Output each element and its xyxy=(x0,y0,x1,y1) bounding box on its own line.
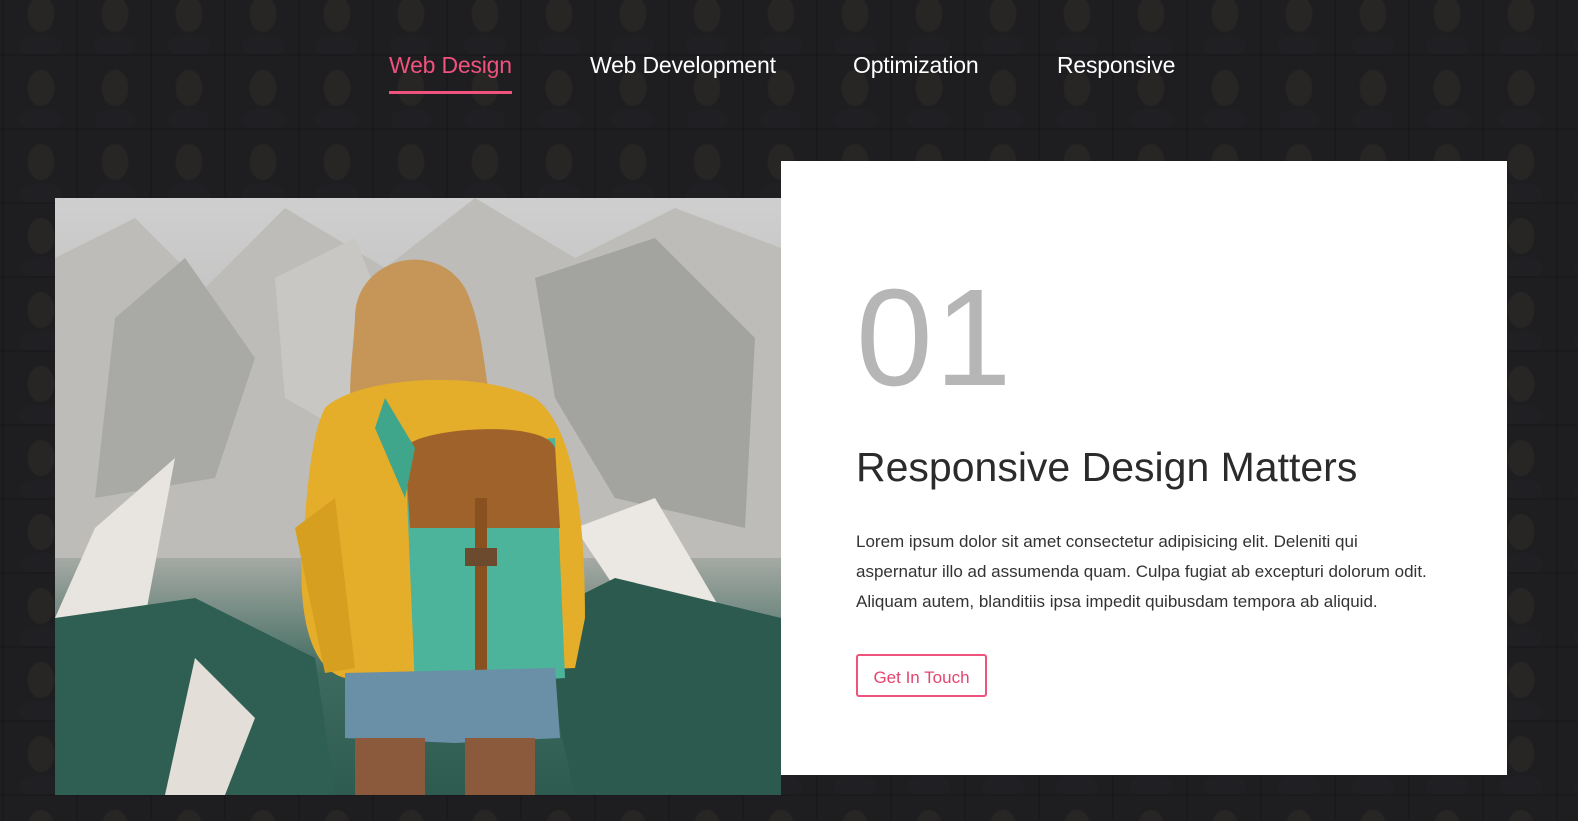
service-tabs: Web Design Web Development Optimization … xyxy=(0,52,1578,102)
tab-web-development[interactable]: Web Development xyxy=(590,52,776,91)
tab-optimization[interactable]: Optimization xyxy=(853,52,979,91)
hiker-photo xyxy=(55,198,781,795)
content-card: 01 Responsive Design Matters Lorem ipsum… xyxy=(781,161,1507,775)
card-body-text: Lorem ipsum dolor sit amet consectetur a… xyxy=(856,532,1427,611)
tab-web-design[interactable]: Web Design xyxy=(389,52,512,94)
card-title: Responsive Design Matters xyxy=(856,444,1358,490)
slide-number: 01 xyxy=(856,261,1014,415)
hiker-with-backpack-icon xyxy=(55,198,781,795)
tab-responsive[interactable]: Responsive xyxy=(1057,52,1175,91)
get-in-touch-button[interactable]: Get In Touch xyxy=(856,654,987,697)
